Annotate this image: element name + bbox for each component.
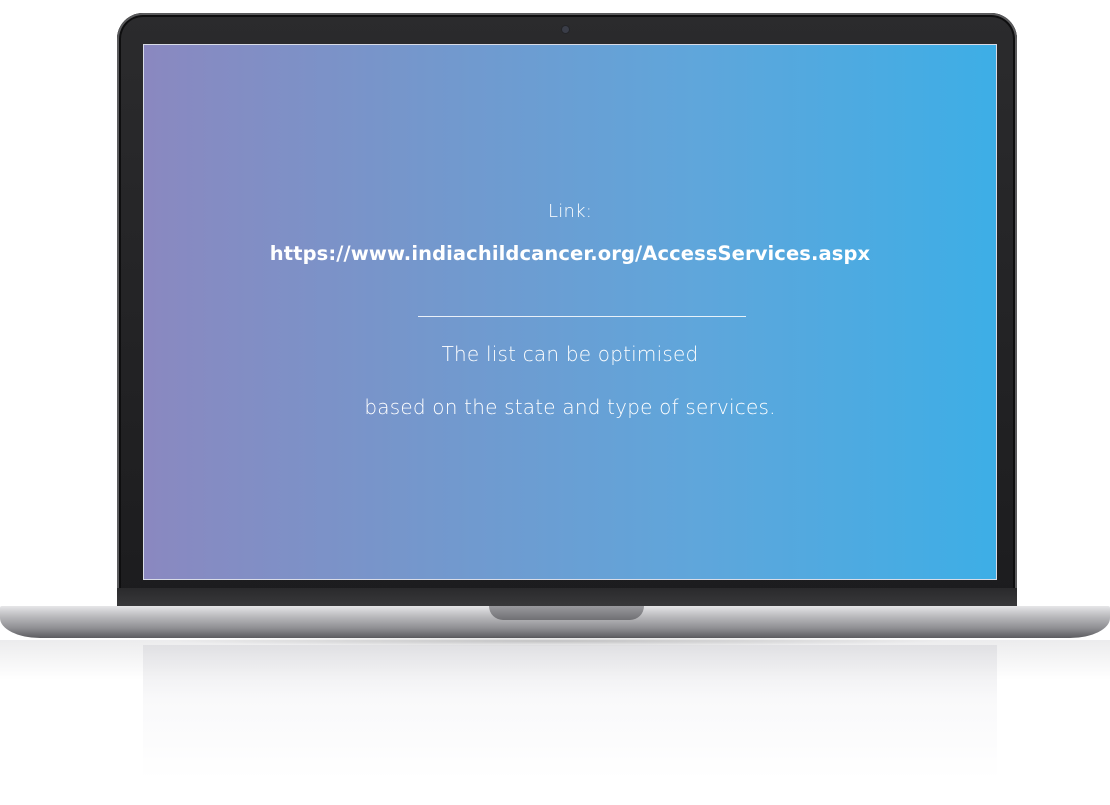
link-url[interactable]: https://www.indiachildcancer.org/AccessS… (144, 242, 996, 265)
laptop-reflection (143, 645, 997, 780)
laptop-opening-notch (489, 606, 644, 620)
laptop-base-shadow (160, 636, 950, 646)
link-label: Link: (548, 201, 592, 222)
note-line-2: based on the state and type of services. (364, 395, 776, 419)
screen-content: Link: https://www.indiachildcancer.org/A… (144, 45, 996, 579)
page: Link: https://www.indiachildcancer.org/A… (0, 0, 1110, 805)
note-line-1: The list can be optimised (441, 342, 699, 366)
laptop-screen: Link: https://www.indiachildcancer.org/A… (143, 44, 997, 580)
divider (418, 316, 746, 317)
camera-icon (562, 26, 569, 33)
laptop-lid: Link: https://www.indiachildcancer.org/A… (117, 13, 1017, 608)
laptop-chin (117, 588, 1017, 608)
